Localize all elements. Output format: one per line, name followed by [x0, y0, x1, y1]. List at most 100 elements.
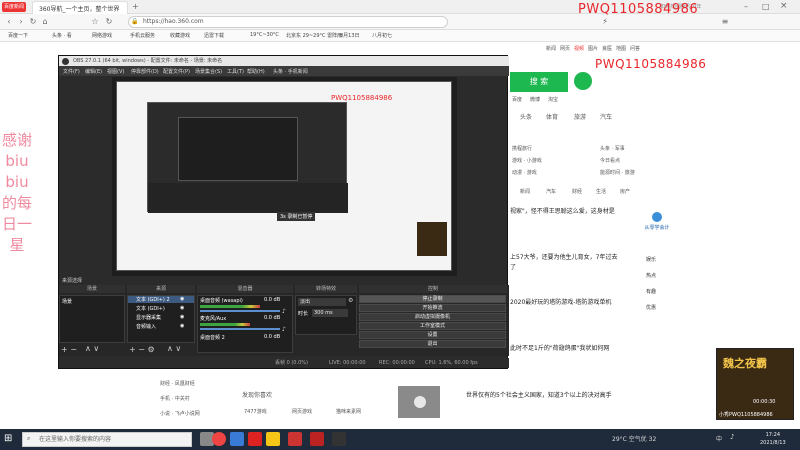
bottom-link[interactable]: 7477游戏 [244, 408, 267, 415]
subchannel[interactable]: 淘宝 [548, 96, 558, 103]
menu-icon[interactable]: ≡ [720, 17, 730, 27]
eye-icon[interactable]: ◉ [180, 296, 184, 302]
section-link[interactable]: 财经 [572, 188, 582, 195]
sidebar-item[interactable]: 娱乐 [646, 256, 656, 263]
weather-temp[interactable]: 19°C~30°C [250, 32, 279, 38]
home-icon[interactable]: ⌂ [40, 17, 50, 27]
menu-extra[interactable]: 头条 · 手机新闻 [273, 68, 308, 75]
weather-tray[interactable]: 29°C 空气优 32 [612, 434, 656, 443]
studio-mode-button[interactable]: 工作室模式 [359, 322, 506, 330]
subchannel[interactable]: 微博 [530, 96, 540, 103]
sidebar-item[interactable]: 有趣 [646, 288, 656, 295]
sidebar-promo[interactable]: 从零学会计 [642, 212, 670, 242]
obs-taskbar-icon[interactable] [332, 432, 346, 446]
eye-icon[interactable]: ◉ [180, 314, 184, 320]
bottom-link[interactable]: 财经 · 凤凰财经 [160, 380, 195, 387]
source-item[interactable]: 显示器采集 [136, 314, 161, 321]
scene-order-icon[interactable]: ∧ ∨ [85, 344, 99, 353]
bottom-link[interactable]: 小说 · 飞卢小说网 [160, 410, 200, 417]
add-transition-icon[interactable]: ⚙ [348, 297, 353, 304]
speaker-icon[interactable]: ♪ [282, 308, 286, 315]
top-link[interactable]: 网页 [560, 45, 570, 52]
side-link[interactable]: 头条 · 军事 [600, 145, 625, 152]
top-link[interactable]: 视频 [574, 45, 584, 52]
top-link[interactable]: 良医 [602, 45, 612, 52]
scene-item[interactable]: 场景 [62, 298, 72, 305]
extension-icon[interactable]: ⚡ [600, 17, 610, 27]
source-item[interactable]: 文本 (GDI+) [136, 305, 165, 312]
close-icon[interactable]: × [780, 1, 788, 11]
exit-button[interactable]: 退出 [359, 340, 506, 348]
sidebar-item[interactable]: 优惠 [646, 304, 656, 311]
eye-icon[interactable]: ◉ [180, 305, 184, 311]
star-icon[interactable]: ☆ [90, 17, 100, 27]
eye-icon[interactable]: ◉ [180, 323, 184, 329]
app-icon[interactable] [310, 432, 324, 446]
source-item[interactable]: 文本 (GDI+) 2 [136, 296, 170, 303]
app-icon[interactable] [248, 432, 262, 446]
chrome-icon[interactable] [212, 432, 226, 446]
app-icon[interactable] [230, 432, 244, 446]
start-streaming-button[interactable]: 开始推流 [359, 304, 506, 312]
news-headline[interactable]: 2020最好玩的塔防游戏-塔防游戏单机 [510, 297, 611, 306]
top-link[interactable]: 地图 [616, 45, 626, 52]
news-headline[interactable]: 世界仅有的5个社会主义国家，知道3个以上的决对高手 [466, 390, 636, 399]
obs-preview[interactable]: 3s 录制已暂停 PWQ1105884986 [112, 77, 457, 276]
volume-slider[interactable] [200, 328, 280, 330]
menu-tools[interactable]: 工具(T) [227, 68, 244, 75]
weather-detail[interactable]: 北京东 29~29°C 雷阵雨 [286, 32, 342, 39]
section-link[interactable]: 生活 [596, 188, 606, 195]
duration-input[interactable]: 300 ms [312, 309, 348, 317]
play-icon[interactable] [414, 396, 426, 408]
source-order-icon[interactable]: ∧ ∨ [167, 344, 181, 353]
minimize-icon[interactable]: – [744, 2, 748, 11]
section-link[interactable]: 新闻 [520, 188, 530, 195]
bookmark-item[interactable]: 迅雷下载 [204, 32, 224, 39]
news-headline[interactable]: 此时不足1斤的"荷翅鸽蛋"我状如何网 [510, 343, 609, 352]
channel-tab[interactable]: 汽车 [600, 112, 612, 121]
news-headline[interactable]: 视家"，怪不得王思聪这么爱，这身材是 [510, 206, 615, 215]
top-link[interactable]: 新闻 [546, 45, 556, 52]
menu-file[interactable]: 文件(F) [63, 68, 80, 75]
top-link[interactable]: 问答 [630, 45, 640, 52]
speaker-icon[interactable]: ♪ [730, 433, 734, 441]
folder-icon[interactable] [266, 432, 280, 446]
bookmark-item[interactable]: 头条 · 看 [52, 32, 72, 39]
taskbar-search[interactable]: 在这里输入你要搜索的内容 [22, 432, 192, 447]
speaker-icon[interactable]: ♪ [282, 326, 286, 333]
side-link[interactable]: 动漫 · 游戏 [512, 169, 537, 176]
new-tab-icon[interactable]: + [132, 2, 139, 11]
top-link[interactable]: 图片 [588, 45, 598, 52]
video-thumbnail[interactable]: 魏之夜霸 小秀PWQ1105884986 00:00:30 [716, 348, 794, 420]
channel-tab[interactable]: 旅游 [574, 112, 586, 121]
source-item[interactable]: 音频输入 [136, 323, 156, 330]
bookmark-item[interactable]: 手机云服务 [130, 32, 155, 39]
transition-select[interactable]: 淡出 [298, 298, 346, 306]
settings-button[interactable]: 设置 [359, 331, 506, 339]
menu-profile[interactable]: 配置文件(P) [163, 68, 190, 75]
menu-edit[interactable]: 编辑(E) [85, 68, 102, 75]
address-bar[interactable]: https://hao.360.com [128, 16, 448, 28]
clock[interactable]: 17:24 2021/8/13 [760, 431, 786, 447]
bottom-link[interactable]: 网页游戏 [292, 408, 312, 415]
add-scene-icon[interactable]: + − [61, 345, 77, 354]
channel-tab[interactable]: 体育 [546, 112, 558, 121]
refresh-icon[interactable]: ↻ [28, 17, 38, 27]
channel-tab[interactable]: 头条 [520, 112, 532, 121]
side-link[interactable]: 能源时间 · 旅游 [600, 169, 635, 176]
bookmark-item[interactable]: 网络游戏 [92, 32, 112, 39]
bottom-link[interactable]: 手机 · 中关村 [160, 395, 190, 402]
language-indicator[interactable]: 中 [716, 434, 722, 443]
stop-recording-button[interactable]: 停止录制 [359, 295, 506, 303]
refresh-page-icon[interactable]: ↻ [104, 17, 114, 27]
app-icon[interactable] [288, 432, 302, 446]
news-headline[interactable]: 了 [510, 262, 516, 271]
browser-tab-active[interactable]: 360导航_一个主页，整个世界 [32, 1, 128, 14]
maximize-icon[interactable]: □ [762, 2, 770, 11]
windows-start-icon[interactable]: ⊞ [4, 433, 12, 444]
menu-docks[interactable]: 停靠部件(D) [131, 68, 159, 75]
virtual-camera-button[interactable]: 启动虚拟摄像机 [359, 313, 506, 321]
bookmark-item[interactable]: 百度一下 [8, 32, 28, 39]
news-headline[interactable]: 上57大爷，还要为他生儿育女，7年过去 [510, 252, 617, 261]
side-link[interactable]: 今日看点 [600, 157, 620, 164]
